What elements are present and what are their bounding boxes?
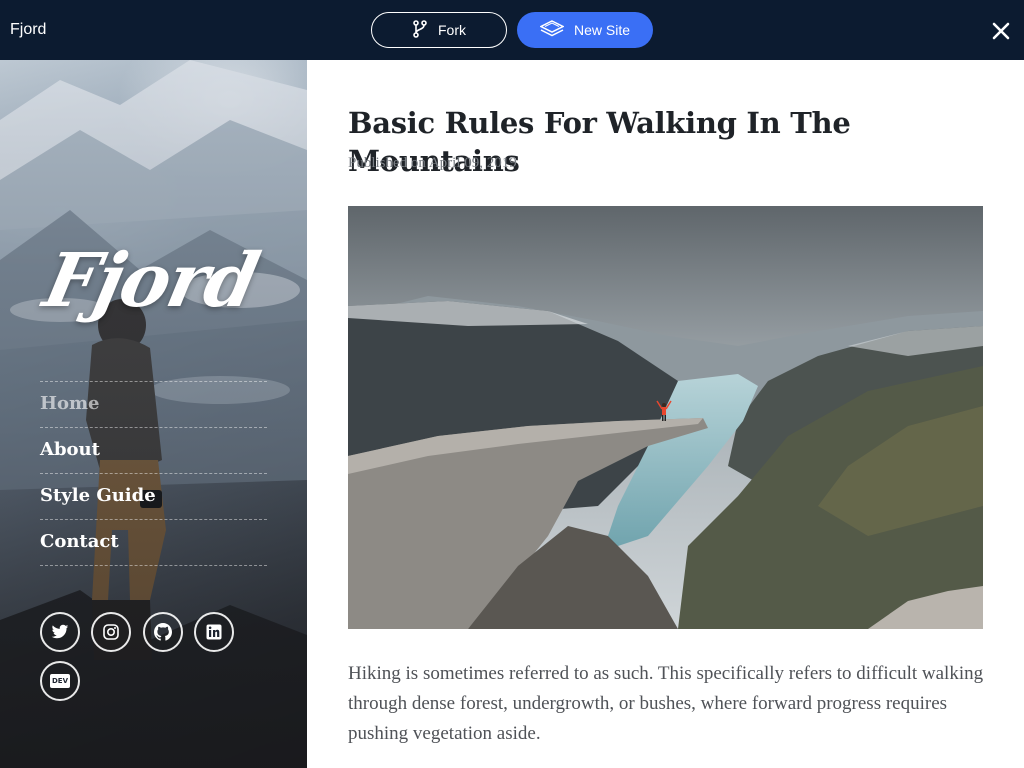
instagram-icon[interactable]: [91, 612, 131, 652]
new-site-button[interactable]: New Site: [517, 12, 653, 48]
main-content: Basic Rules For Walking In The Mountains…: [307, 60, 1024, 768]
fork-button[interactable]: Fork: [371, 12, 507, 48]
post-hero-image: [348, 206, 983, 629]
post-body-paragraph: Hiking is sometimes referred to as such.…: [348, 663, 984, 744]
twitter-icon[interactable]: [40, 612, 80, 652]
nav-item-about[interactable]: About: [40, 428, 267, 474]
top-bar: Fjord Fork New Site: [0, 0, 1024, 60]
nav-item-home[interactable]: Home: [40, 382, 267, 428]
app-title: Fjord: [10, 21, 47, 38]
sidebar: Fjord Home About Style Guide Contact DEV: [0, 60, 307, 768]
main-nav: Home About Style Guide Contact: [40, 381, 267, 566]
fork-button-label: Fork: [438, 22, 466, 38]
close-icon[interactable]: [988, 18, 1014, 44]
new-site-button-label: New Site: [573, 22, 631, 38]
post-date: Published on April 09, 2019: [348, 155, 517, 171]
nav-item-contact[interactable]: Contact: [40, 520, 267, 566]
fork-icon: [412, 19, 428, 41]
dev-icon-label: DEV: [49, 674, 70, 688]
layers-icon: [539, 19, 565, 41]
linkedin-icon[interactable]: [194, 612, 234, 652]
site-logo[interactable]: Fjord: [37, 238, 265, 324]
dev-icon[interactable]: DEV: [40, 661, 80, 701]
github-icon[interactable]: [143, 612, 183, 652]
nav-item-style-guide[interactable]: Style Guide: [40, 474, 267, 520]
